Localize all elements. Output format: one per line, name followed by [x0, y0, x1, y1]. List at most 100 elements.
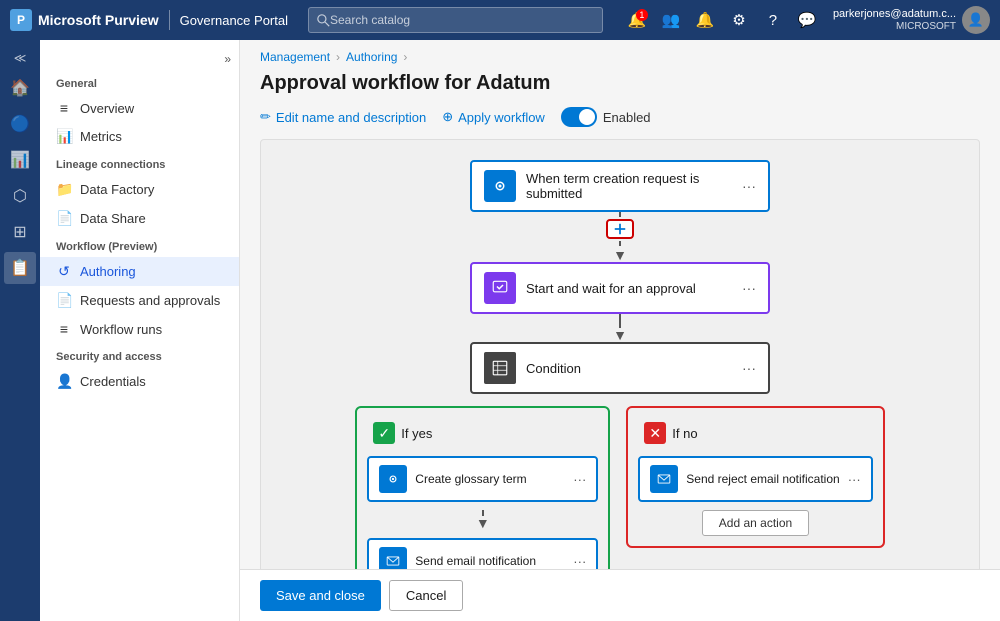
settings-icon[interactable]: ⚙ — [725, 6, 753, 34]
bell-icon[interactable]: 🔔 — [691, 6, 719, 34]
people-icon[interactable]: 👥 — [657, 6, 685, 34]
sidebar-item-requests[interactable]: 📄 Requests and approvals — [40, 286, 239, 315]
user-menu[interactable]: parkerjones@adatum.c... MICROSOFT 👤 — [833, 6, 990, 34]
brand-logo: P Microsoft Purview — [10, 9, 159, 31]
sidebar-item-metrics[interactable]: 📊 Metrics — [40, 122, 239, 151]
rail-expand-btn[interactable]: ≪ — [4, 48, 36, 68]
rail-manage-icon[interactable]: ⊞ — [4, 216, 36, 248]
breadcrumb-management[interactable]: Management — [260, 50, 330, 64]
main-content: Management › Authoring › Approval workfl… — [240, 40, 1000, 621]
help-icon[interactable]: ? — [759, 6, 787, 34]
notification-badge: 1 — [636, 9, 648, 21]
breadcrumb-sep2: › — [403, 50, 407, 64]
trigger-node[interactable]: When term creation request is submitted … — [470, 160, 770, 212]
trigger-menu-icon[interactable]: ··· — [742, 178, 756, 194]
send-email-node[interactable]: Send email notification ··· — [367, 538, 598, 569]
workflow-runs-icon: ≡ — [56, 321, 72, 337]
rail-home-icon[interactable]: 🏠 — [4, 72, 36, 104]
sidebar-item-data-factory[interactable]: 📁 Data Factory — [40, 175, 239, 204]
requests-icon: 📄 — [56, 292, 72, 309]
create-glossary-menu[interactable]: ··· — [573, 472, 586, 487]
branch-yes-label: If yes — [401, 426, 432, 441]
branch-no-box: ✕ If no Send reject email notification ·… — [626, 406, 884, 548]
create-glossary-label: Create glossary term — [415, 472, 565, 486]
approval-node[interactable]: Start and wait for an approval ··· — [470, 262, 770, 314]
breadcrumb-sep1: › — [336, 50, 340, 64]
send-email-menu[interactable]: ··· — [573, 554, 586, 569]
condition-node[interactable]: Condition ··· — [470, 342, 770, 394]
approval-label: Start and wait for an approval — [526, 281, 732, 296]
credentials-icon: 👤 — [56, 373, 72, 390]
sidebar-requests-label: Requests and approvals — [80, 293, 220, 308]
cancel-btn[interactable]: Cancel — [389, 580, 463, 611]
toggle-area: Enabled — [561, 107, 651, 127]
rail-data-icon[interactable]: ⬡ — [4, 180, 36, 212]
sidebar-item-credentials[interactable]: 👤 Credentials — [40, 367, 239, 396]
apply-icon: ⊕ — [442, 109, 453, 125]
rail-catalog-icon[interactable]: 🔵 — [4, 108, 36, 140]
nav-icons: 🔔 1 👥 🔔 ⚙ ? 💬 parkerjones@adatum.c... MI… — [623, 6, 990, 34]
plus-connector: ▼ — [606, 212, 634, 262]
sidebar-item-workflow-runs[interactable]: ≡ Workflow runs — [40, 315, 239, 343]
collapse-nav-btn[interactable]: » — [40, 48, 239, 70]
icon-rail: ≪ 🏠 🔵 📊 ⬡ ⊞ 📋 — [0, 40, 40, 621]
send-reject-node[interactable]: Send reject email notification ··· — [638, 456, 872, 502]
canvas-wrapper: When term creation request is submitted … — [240, 139, 1000, 569]
send-reject-menu[interactable]: ··· — [848, 472, 861, 487]
breadcrumb: Management › Authoring › — [240, 40, 1000, 68]
authoring-icon: ↺ — [56, 263, 72, 280]
save-close-btn[interactable]: Save and close — [260, 580, 381, 611]
approval-icon — [484, 272, 516, 304]
sidebar-credentials-label: Credentials — [80, 374, 146, 389]
condition-menu-icon[interactable]: ··· — [742, 360, 756, 376]
sidebar-item-data-share[interactable]: 📄 Data Share — [40, 204, 239, 233]
send-email-icon — [379, 547, 407, 569]
branches-container: ✓ If yes Create glossary term ··· — [355, 406, 884, 569]
sidebar-data-factory-label: Data Factory — [80, 182, 154, 197]
search-input[interactable] — [330, 13, 594, 27]
sidebar-authoring-label: Authoring — [80, 264, 136, 279]
toggle-thumb — [579, 109, 595, 125]
sidebar-data-share-label: Data Share — [80, 211, 146, 226]
approval-menu-icon[interactable]: ··· — [742, 280, 756, 296]
edit-pencil-icon: ✏ — [260, 109, 271, 125]
workflow-canvas: When term creation request is submitted … — [260, 139, 980, 569]
feedback-icon[interactable]: 💬 — [793, 6, 821, 34]
branch-yes-check: ✓ — [373, 422, 395, 444]
arrow-head-1: ▼ — [613, 248, 627, 262]
rail-insights-icon[interactable]: 📊 — [4, 144, 36, 176]
arrow-head-2: ▼ — [613, 328, 627, 342]
edit-name-btn[interactable]: ✏ Edit name and description — [260, 109, 426, 125]
sidebar-item-authoring[interactable]: ↺ Authoring — [40, 257, 239, 286]
create-glossary-icon — [379, 465, 407, 493]
enabled-toggle[interactable] — [561, 107, 597, 127]
data-factory-icon: 📁 — [56, 181, 72, 198]
branch-yes-arrow-head: ▼ — [476, 516, 490, 530]
avatar: 👤 — [962, 6, 990, 34]
arrow-line-2 — [619, 314, 621, 328]
edit-name-label: Edit name and description — [276, 110, 426, 125]
branch-yes-header: ✓ If yes — [367, 418, 598, 448]
apply-workflow-label: Apply workflow — [458, 110, 545, 125]
branch-no-label: If no — [672, 426, 697, 441]
page-title: Approval workflow for Adatum — [240, 68, 1000, 107]
condition-label: Condition — [526, 361, 732, 376]
branch-no: ✕ If no Send reject email notification ·… — [626, 406, 884, 548]
add-action-no-btn[interactable]: Add an action — [702, 510, 809, 536]
trigger-label: When term creation request is submitted — [526, 171, 732, 201]
create-glossary-node[interactable]: Create glossary term ··· — [367, 456, 598, 502]
apply-workflow-btn[interactable]: ⊕ Apply workflow — [442, 109, 545, 125]
sidebar-metrics-label: Metrics — [80, 129, 122, 144]
rail-workflow-icon[interactable]: 📋 — [4, 252, 36, 284]
breadcrumb-authoring[interactable]: Authoring — [346, 50, 397, 64]
nav-divider — [169, 10, 170, 30]
sidebar-item-overview[interactable]: ≡ Overview — [40, 94, 239, 122]
notification-icon[interactable]: 🔔 1 — [623, 6, 651, 34]
security-section-title: Security and access — [40, 343, 239, 367]
top-navigation: P Microsoft Purview Governance Portal 🔔 … — [0, 0, 1000, 40]
search-bar[interactable] — [308, 7, 603, 33]
branch-no-header: ✕ If no — [638, 418, 872, 448]
nav-panel: » General ≡ Overview 📊 Metrics Lineage c… — [40, 40, 240, 621]
add-step-btn[interactable] — [606, 219, 634, 239]
branch-yes-box: ✓ If yes Create glossary term ··· — [355, 406, 610, 569]
